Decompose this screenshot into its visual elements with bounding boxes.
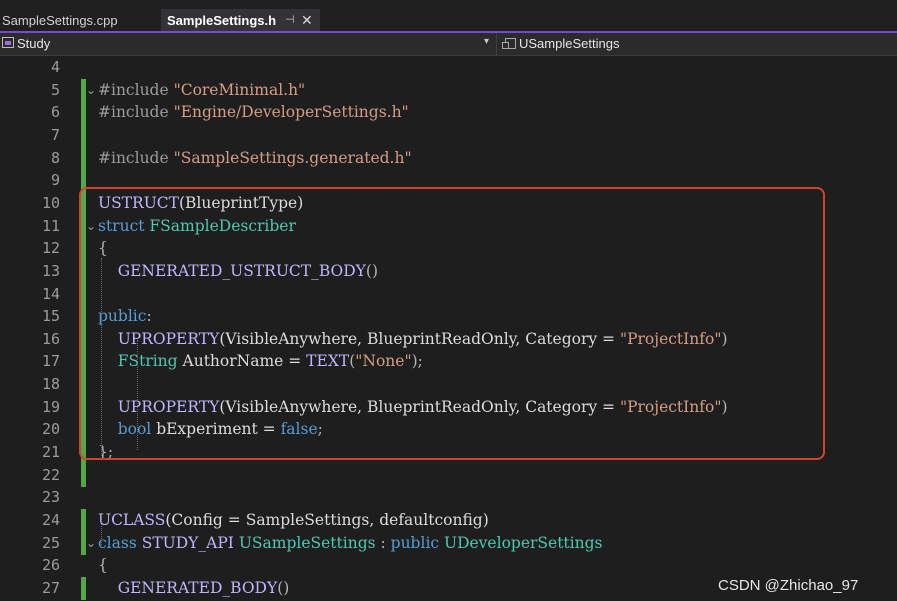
code-token: () xyxy=(277,578,290,597)
line-number: 25 xyxy=(41,533,60,552)
code-token: #include xyxy=(98,148,174,167)
line-number: 8 xyxy=(50,148,60,167)
project-name: Study xyxy=(17,36,51,51)
line-number: 19 xyxy=(41,397,60,416)
code-text: #include "SampleSettings.generated.h" xyxy=(98,147,412,170)
line-number: 14 xyxy=(41,284,60,303)
line-number: 26 xyxy=(41,556,60,575)
line-number: 4 xyxy=(50,58,60,76)
line-number: 23 xyxy=(41,488,60,507)
fold-toggle-icon[interactable]: ⌄ xyxy=(86,532,98,555)
tab-label: SampleSettings.cpp xyxy=(2,13,118,28)
code-text: class STUDY_API USampleSettings : public… xyxy=(98,532,602,555)
line-number: 27 xyxy=(41,578,60,597)
code-text: UCLASS(Config = SampleSettings, defaultc… xyxy=(98,509,489,532)
tab-label: SampleSettings.h xyxy=(167,13,277,28)
code-line[interactable]: 5 ⌄ #include "CoreMinimal.h" xyxy=(0,78,897,102)
code-token: #include xyxy=(98,103,174,122)
code-token: #include xyxy=(98,80,174,99)
fold-toggle-icon[interactable]: ⌄ xyxy=(86,79,98,102)
tab-samplesettings-h[interactable]: SampleSettings.h ⊣ ✕ xyxy=(161,9,320,32)
code-line[interactable]: 8 #include "SampleSettings.generated.h" xyxy=(0,146,897,170)
code-text: #include "Engine/DeveloperSettings.h" xyxy=(98,101,409,124)
code-line[interactable]: 23 xyxy=(0,486,897,509)
line-number: 9 xyxy=(50,171,60,190)
code-token: "SampleSettings.generated.h" xyxy=(173,148,412,167)
watermark: CSDN @Zhichao_97 xyxy=(718,577,859,594)
code-token: UCLASS xyxy=(98,511,166,529)
line-number: 16 xyxy=(41,329,60,348)
code-line[interactable]: 6 #include "Engine/DeveloperSettings.h" xyxy=(0,101,897,125)
code-text: #include "CoreMinimal.h" xyxy=(98,79,305,102)
code-line[interactable]: 26 { xyxy=(0,554,897,577)
indent-guide xyxy=(137,340,138,450)
code-token: : xyxy=(375,533,391,552)
line-number: 12 xyxy=(41,239,60,258)
project-dropdown[interactable]: Study ▾ xyxy=(0,33,497,55)
code-line[interactable]: 24 UCLASS(Config = SampleSettings, defaul… xyxy=(0,509,897,532)
line-number: 21 xyxy=(41,443,60,462)
change-indicator xyxy=(81,509,86,532)
code-token: { xyxy=(98,556,108,575)
change-indicator xyxy=(81,463,86,487)
change-indicator xyxy=(81,576,86,600)
change-indicator xyxy=(81,123,86,147)
change-indicator xyxy=(81,101,86,125)
code-token: USampleSettings xyxy=(238,533,376,552)
code-token: STUDY_API xyxy=(141,533,239,552)
code-token: "CoreMinimal.h" xyxy=(173,80,306,99)
indent-guide xyxy=(101,515,102,545)
highlight-box xyxy=(79,187,825,460)
line-number: 10 xyxy=(41,193,60,212)
line-number: 18 xyxy=(41,375,60,394)
code-line[interactable]: 25 ⌄ class STUDY_API USampleSettings : pub… xyxy=(0,531,897,555)
line-number: 11 xyxy=(41,216,60,235)
line-number: 6 xyxy=(50,103,60,122)
code-token: class xyxy=(98,533,142,552)
line-number: 24 xyxy=(41,511,60,529)
class-icon xyxy=(502,38,516,49)
scope-dropdown[interactable]: USampleSettings xyxy=(519,36,619,51)
navigation-bar: Study ▾ USampleSettings xyxy=(0,33,897,56)
code-token: (Config = SampleSettings, defaultconfig) xyxy=(165,511,489,529)
code-line[interactable]: 4 xyxy=(0,56,897,79)
close-icon[interactable]: ✕ xyxy=(301,9,313,32)
line-number: 15 xyxy=(41,307,60,326)
tab-bar: SampleSettings.cpp SampleSettings.h ⊣ ✕ xyxy=(0,0,897,32)
code-line[interactable]: 22 xyxy=(0,463,897,487)
project-icon xyxy=(2,37,14,48)
indent-guide xyxy=(101,258,102,456)
code-line[interactable]: 7 xyxy=(0,123,897,147)
line-number: 7 xyxy=(50,125,60,144)
code-token: public xyxy=(390,533,445,552)
pin-icon[interactable]: ⊣ xyxy=(285,9,295,32)
line-number: 13 xyxy=(41,261,60,280)
line-number: 17 xyxy=(41,352,60,371)
tab-samplesettings-cpp[interactable]: SampleSettings.cpp xyxy=(0,9,160,32)
code-token: GENERATED_BODY xyxy=(117,578,278,597)
chevron-down-icon[interactable]: ▾ xyxy=(484,36,489,47)
line-number: 5 xyxy=(50,80,60,99)
code-token: "Engine/DeveloperSettings.h" xyxy=(173,103,409,122)
change-indicator xyxy=(81,146,86,170)
code-text: GENERATED_BODY() xyxy=(98,577,290,600)
code-text: { xyxy=(98,554,108,577)
line-number: 22 xyxy=(41,465,60,484)
code-token: UDeveloperSettings xyxy=(444,533,603,552)
line-number: 20 xyxy=(41,420,60,439)
